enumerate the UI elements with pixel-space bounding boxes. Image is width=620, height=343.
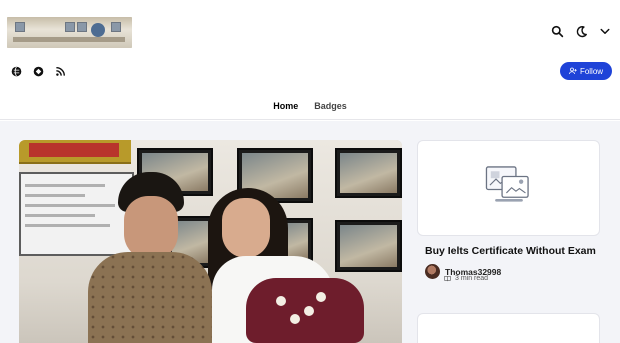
logo-mark bbox=[15, 22, 25, 32]
logo-seal bbox=[91, 23, 105, 37]
rss-icon[interactable] bbox=[54, 65, 66, 77]
image-placeholder-icon bbox=[483, 164, 535, 213]
diamond-icon[interactable] bbox=[32, 65, 44, 77]
photo-person bbox=[124, 196, 178, 260]
sidebar-post-card[interactable] bbox=[417, 313, 600, 343]
photo-board bbox=[19, 172, 134, 256]
follow-button[interactable]: Follow bbox=[560, 62, 612, 80]
book-icon bbox=[444, 276, 451, 282]
social-links bbox=[10, 65, 66, 77]
logo-mark bbox=[77, 22, 87, 32]
photo-poster bbox=[19, 140, 131, 164]
moon-icon[interactable] bbox=[574, 24, 588, 38]
sidebar-post-title[interactable]: Buy Ielts Certificate Without Exam bbox=[425, 245, 605, 257]
user-plus-icon bbox=[569, 67, 577, 75]
tab-badges[interactable]: Badges bbox=[314, 100, 347, 112]
photo-person bbox=[88, 252, 212, 343]
follow-label: Follow bbox=[579, 66, 604, 76]
logo-strip bbox=[13, 37, 125, 42]
site-header: Follow Home Badges bbox=[0, 0, 620, 120]
avatar[interactable] bbox=[425, 264, 440, 279]
main-nav: Home Badges bbox=[0, 100, 620, 112]
tab-home[interactable]: Home bbox=[273, 100, 298, 112]
site-logo[interactable] bbox=[7, 17, 132, 48]
logo-mark bbox=[111, 22, 121, 32]
photo-bouquet bbox=[246, 278, 364, 343]
photo-frame bbox=[335, 220, 402, 272]
photo-frame bbox=[335, 148, 402, 198]
photo-person bbox=[222, 198, 270, 258]
read-time: 3 min read bbox=[444, 275, 488, 282]
logo-mark bbox=[65, 22, 75, 32]
chevron-down-icon[interactable] bbox=[598, 24, 612, 38]
read-time-label: 3 min read bbox=[455, 275, 489, 282]
globe-icon[interactable] bbox=[10, 65, 22, 77]
search-icon[interactable] bbox=[550, 24, 564, 38]
sidebar-post-image[interactable] bbox=[417, 140, 600, 236]
header-actions bbox=[550, 24, 612, 38]
